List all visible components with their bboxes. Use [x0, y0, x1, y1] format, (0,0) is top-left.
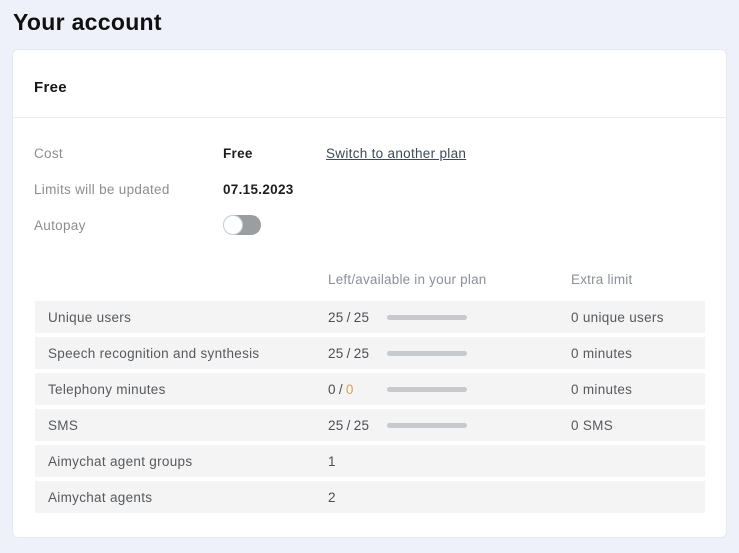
plan-name: Free — [34, 79, 67, 96]
usage-progress-bar — [387, 314, 467, 320]
limits-update-label: Limits will be updated — [34, 181, 170, 197]
left-available-value: 0/0 — [328, 381, 354, 397]
extra-limit-value: 0 minutes — [571, 345, 633, 361]
usage-progress-bar — [387, 386, 467, 392]
limits-update-row: Limits will be updated 07.15.2023 — [34, 177, 705, 201]
table-row-aimychat-groups: Aimychat agent groups 1 — [35, 445, 705, 477]
cost-row: Cost Free Switch to another plan — [34, 141, 705, 165]
limits-update-date: 07.15.2023 — [223, 181, 294, 197]
table-row-aimychat-agents: Aimychat agents 2 — [35, 481, 705, 513]
page-title: Your account — [13, 9, 162, 35]
cost-value: Free — [223, 145, 253, 161]
usage-progress-bar — [387, 350, 467, 356]
left-available-value: 25/25 — [328, 417, 370, 433]
extra-limit-value: 0 unique users — [571, 309, 664, 325]
column-header-extra: Extra limit — [571, 272, 633, 287]
left-available-value: 1 — [328, 453, 336, 469]
left-available-value: 2 — [328, 489, 336, 505]
table-row-speech: Speech recognition and synthesis 25/25 0… — [35, 337, 705, 369]
autopay-label: Autopay — [34, 217, 86, 233]
autopay-row: Autopay — [34, 213, 705, 237]
column-header-left: Left/available in your plan — [328, 272, 487, 287]
plan-card: Free Cost Free Switch to another plan Li… — [12, 49, 727, 538]
table-header-row: Left/available in your plan Extra limit — [35, 272, 705, 301]
extra-limit-value: 0 SMS — [571, 417, 614, 433]
account-page: Your account Free Cost Free Switch to an… — [0, 0, 739, 553]
table-row-telephony: Telephony minutes 0/0 0 minutes — [35, 373, 705, 405]
usage-table: Left/available in your plan Extra limit … — [13, 249, 726, 513]
toggle-knob-icon — [224, 216, 242, 234]
cost-label: Cost — [34, 145, 63, 161]
left-available-value: 25/25 — [328, 345, 370, 361]
table-row-sms: SMS 25/25 0 SMS — [35, 409, 705, 441]
extra-limit-value: 0 minutes — [571, 381, 633, 397]
plan-details: Cost Free Switch to another plan Limits … — [13, 118, 726, 237]
left-available-value: 25/25 — [328, 309, 370, 325]
table-row-unique-users: Unique users 25/25 0 unique users — [35, 301, 705, 333]
autopay-toggle[interactable] — [223, 215, 261, 235]
plan-card-header: Free — [13, 50, 726, 117]
usage-progress-bar — [387, 422, 467, 428]
switch-plan-link[interactable]: Switch to another plan — [326, 146, 466, 161]
